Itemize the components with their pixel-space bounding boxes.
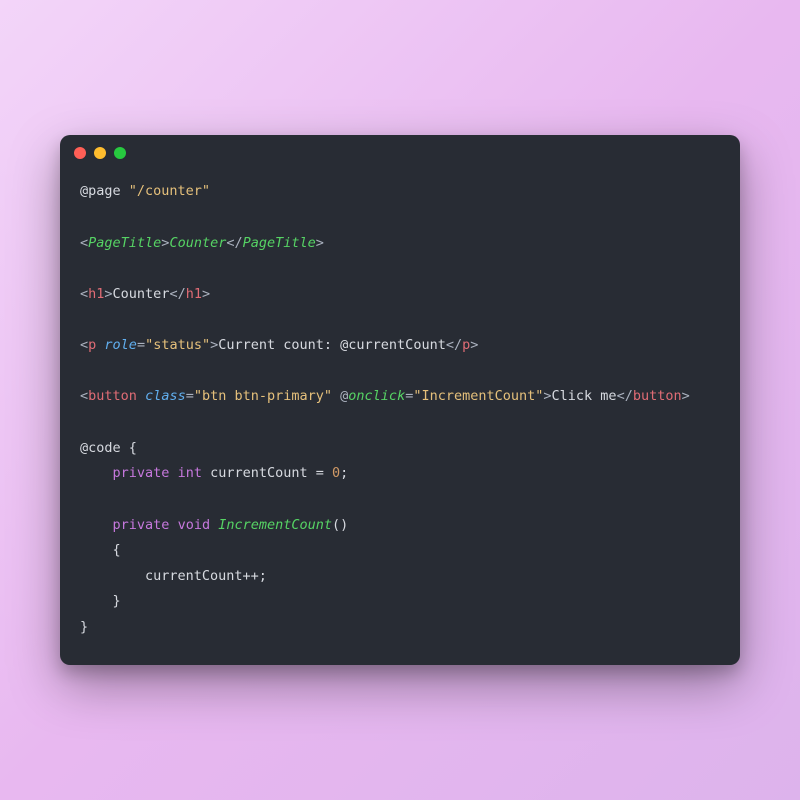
- keyword: int: [178, 465, 202, 481]
- angle-bracket: >: [470, 337, 478, 353]
- code-block-open: @code {: [80, 440, 137, 456]
- keyword: private: [113, 465, 170, 481]
- angle-bracket: <: [80, 235, 88, 251]
- keyword: private: [113, 517, 170, 533]
- angle-bracket: >: [316, 235, 324, 251]
- angle-bracket: </: [226, 235, 242, 251]
- component-tag: PageTitle: [243, 235, 316, 251]
- html-tag: h1: [186, 286, 202, 302]
- angle-bracket: >: [543, 388, 551, 404]
- event-attr: onclick: [348, 388, 405, 404]
- html-text: Counter: [113, 286, 170, 302]
- razor-directive: @page: [80, 183, 121, 199]
- attr-value: "IncrementCount": [413, 388, 543, 404]
- window-titlebar: [60, 135, 740, 171]
- semicolon: ;: [340, 465, 348, 481]
- close-icon[interactable]: [74, 147, 86, 159]
- html-tag: button: [633, 388, 682, 404]
- html-text: Current count: @currentCount: [218, 337, 446, 353]
- angle-bracket: <: [80, 286, 88, 302]
- equals: =: [186, 388, 194, 404]
- indent: [80, 465, 113, 481]
- html-tag: p: [88, 337, 96, 353]
- html-text: Click me: [552, 388, 617, 404]
- code-window: @page "/counter" <PageTitle>Counter</Pag…: [60, 135, 740, 665]
- component-tag: PageTitle: [88, 235, 161, 251]
- angle-bracket: >: [682, 388, 690, 404]
- angle-bracket: >: [104, 286, 112, 302]
- page-route-string: "/counter": [129, 183, 210, 199]
- brace-open: {: [80, 542, 121, 558]
- code-editor[interactable]: @page "/counter" <PageTitle>Counter</Pag…: [60, 171, 740, 665]
- angle-bracket: </: [617, 388, 633, 404]
- html-tag: button: [88, 388, 137, 404]
- indent: [80, 517, 113, 533]
- angle-bracket: >: [202, 286, 210, 302]
- number-literal: 0: [332, 465, 340, 481]
- keyword: void: [178, 517, 211, 533]
- html-tag: h1: [88, 286, 104, 302]
- code-statement: currentCount++;: [80, 568, 267, 584]
- angle-bracket: <: [80, 388, 88, 404]
- angle-bracket: </: [446, 337, 462, 353]
- method-name: IncrementCount: [218, 517, 332, 533]
- code-text: currentCount =: [202, 465, 332, 481]
- attr-value: "status": [145, 337, 210, 353]
- zoom-icon[interactable]: [114, 147, 126, 159]
- angle-bracket: <: [80, 337, 88, 353]
- minimize-icon[interactable]: [94, 147, 106, 159]
- attr-value: "btn btn-primary": [194, 388, 332, 404]
- parens: (): [332, 517, 348, 533]
- brace-close: }: [80, 593, 121, 609]
- component-text: Counter: [169, 235, 226, 251]
- html-tag: p: [462, 337, 470, 353]
- html-attr: class: [145, 388, 186, 404]
- equals: =: [137, 337, 145, 353]
- code-block-close: }: [80, 619, 88, 635]
- html-attr: role: [104, 337, 137, 353]
- angle-bracket: </: [169, 286, 185, 302]
